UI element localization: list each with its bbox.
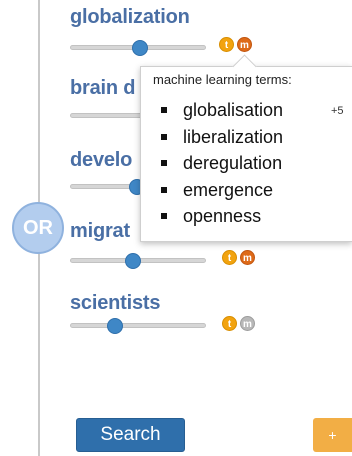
m-badge-icon[interactable]: m — [240, 250, 255, 265]
list-item[interactable]: liberalization — [153, 124, 283, 151]
term-label-development: develo — [70, 149, 133, 171]
t-badge-icon[interactable]: t — [222, 250, 237, 265]
term-label-brain-drain: brain d — [70, 77, 136, 99]
ml-terms-list: globalisation liberalization deregulatio… — [153, 97, 283, 230]
m-badge-icon[interactable]: m — [240, 316, 255, 331]
term-label-migration: migrat — [70, 220, 130, 242]
ml-terms-tooltip: machine learning terms: +5 globalisation… — [140, 66, 352, 242]
term-weight-slider-migration[interactable] — [70, 253, 206, 269]
term-badges-globalization: t m — [219, 37, 252, 52]
search-button[interactable]: Search — [76, 418, 185, 452]
term-weight-slider-globalization[interactable] — [70, 40, 206, 56]
term-label-globalization: globalization — [70, 6, 190, 28]
term-badges-migration: t m — [222, 250, 255, 265]
m-badge-icon[interactable]: m — [237, 37, 252, 52]
term-weight-slider-scientists[interactable] — [70, 318, 206, 334]
slider-knob[interactable] — [132, 40, 148, 56]
term-badges-scientists: t m — [222, 316, 255, 331]
term-label-scientists: scientists — [70, 292, 161, 314]
list-item[interactable]: globalisation — [153, 97, 283, 124]
add-term-button[interactable]: + — [313, 418, 352, 452]
list-item[interactable]: openness — [153, 203, 283, 230]
slider-knob[interactable] — [125, 253, 141, 269]
more-terms-count[interactable]: +5 — [331, 105, 344, 117]
tooltip-title: machine learning terms: — [153, 72, 292, 87]
or-operator-node[interactable]: OR — [12, 202, 64, 254]
list-item[interactable]: emergence — [153, 177, 283, 204]
t-badge-icon[interactable]: t — [222, 316, 237, 331]
t-badge-icon[interactable]: t — [219, 37, 234, 52]
slider-knob[interactable] — [107, 318, 123, 334]
list-item[interactable]: deregulation — [153, 150, 283, 177]
